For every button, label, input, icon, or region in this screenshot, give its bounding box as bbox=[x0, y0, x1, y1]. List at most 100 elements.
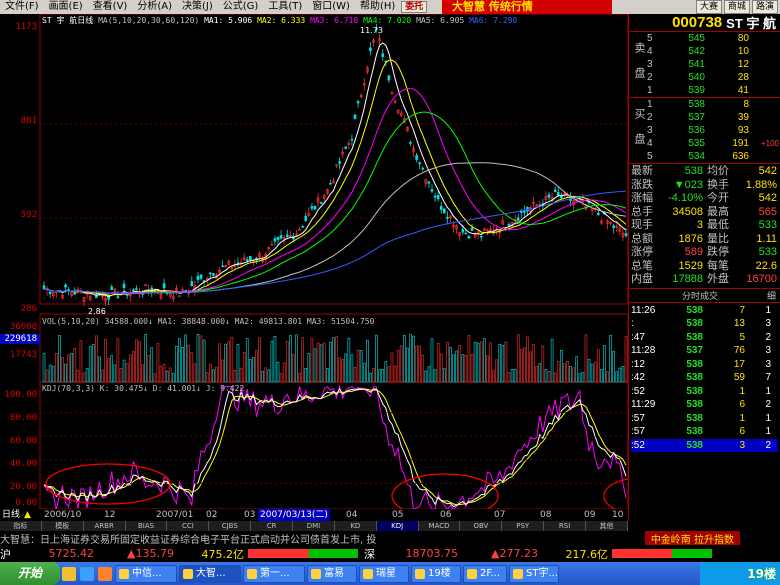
kdj-legend: KDJ(70,3,3) K: 30.475↓ D: 41.001↓ J: 9.4… bbox=[42, 384, 245, 393]
indicator-tab[interactable]: KD bbox=[335, 521, 377, 531]
volume-bar bbox=[304, 367, 308, 383]
volume-bar bbox=[172, 373, 175, 383]
menu-decision[interactable]: 决策(J) bbox=[177, 0, 218, 14]
volume-bar bbox=[523, 347, 526, 383]
volume-bar bbox=[168, 367, 172, 383]
indicator-tab[interactable]: DMI bbox=[293, 521, 335, 531]
buy-level: 5 bbox=[647, 151, 653, 162]
buy-row[interactable]: 2 537 39 bbox=[647, 111, 780, 124]
taskbar-button[interactable]: 2F... bbox=[463, 564, 507, 583]
sell-row[interactable]: 5 545 80 bbox=[647, 32, 780, 45]
period-label[interactable]: 日线 bbox=[2, 509, 20, 521]
sell-row[interactable]: 4 542 10 bbox=[647, 45, 780, 58]
trades-detail-button[interactable]: 细 bbox=[767, 289, 776, 302]
sz-label: 深 bbox=[364, 547, 375, 561]
buy-row[interactable]: 1 538 8 bbox=[647, 98, 780, 111]
ticker-text[interactable]: 大智慧：日上海证券交易所固定收益证券综合电子平台正式启动并公司债首发上市, 投 bbox=[0, 531, 645, 546]
candle-body bbox=[135, 288, 138, 290]
menu-tools[interactable]: 工具(T) bbox=[263, 0, 307, 14]
top-right-buttons: 大赛 商城 路演 bbox=[695, 0, 778, 14]
indicator-tab[interactable]: 其他 bbox=[586, 521, 628, 531]
date-label: 03 bbox=[244, 510, 256, 520]
trade-volume: 76 bbox=[733, 345, 745, 356]
indicator-tab[interactable]: CCI bbox=[167, 521, 210, 531]
stat-value: 538 bbox=[684, 165, 703, 177]
quicklaunch-app-icon[interactable] bbox=[98, 566, 112, 581]
roadshow-button[interactable]: 路演 bbox=[751, 0, 778, 14]
sh-index-value[interactable]: 5725.42 bbox=[14, 547, 95, 560]
chart-area[interactable]: ST 宇 航日线 MA(5,10,20,30,60,120) MA1: 5.90… bbox=[0, 14, 628, 521]
candle-body bbox=[464, 232, 468, 235]
taskbar-button[interactable]: 中信... bbox=[115, 564, 177, 583]
date-label: 07 bbox=[494, 510, 506, 520]
sell-price: 542 bbox=[688, 46, 705, 57]
trades-list[interactable]: 11:26 538 7 1:538 13 3:47 538 5 2 11:28 537 76 3:12 5… bbox=[629, 303, 780, 454]
sell-level: 1 bbox=[647, 85, 653, 96]
sell-row[interactable]: 2 540 28 bbox=[647, 71, 780, 84]
stat-row: 总笔 1529 每笔 22.6 bbox=[631, 260, 778, 274]
stat-value: 542 bbox=[758, 192, 777, 204]
indicator-tab[interactable]: CJBS bbox=[209, 521, 252, 531]
taskbar-button[interactable]: ST宇... bbox=[509, 564, 559, 583]
stock-chart[interactable] bbox=[0, 14, 628, 521]
volume-bar bbox=[513, 368, 517, 383]
taskbar-button[interactable]: 19楼 bbox=[411, 564, 461, 583]
start-button[interactable]: 开始 bbox=[0, 562, 60, 585]
menu-help[interactable]: 帮助(H) bbox=[355, 0, 400, 14]
taskbar-button-active[interactable]: 大智... bbox=[179, 564, 241, 583]
menu-file[interactable]: 文件(F) bbox=[0, 0, 44, 14]
ma-line bbox=[43, 42, 627, 298]
trade-volume: 13 bbox=[733, 318, 745, 329]
taskbar-button[interactable]: 第一... bbox=[243, 564, 305, 583]
indicator-tab[interactable]: ARBR bbox=[84, 521, 126, 531]
volume-bar bbox=[532, 344, 535, 383]
volume-bar bbox=[575, 356, 579, 383]
indicator-tab[interactable]: OBV bbox=[460, 521, 503, 531]
menu-formula[interactable]: 公式(G) bbox=[218, 0, 264, 14]
indicator-tab[interactable]: PSY bbox=[502, 521, 545, 531]
indicator-tab[interactable]: 指标 bbox=[0, 521, 42, 531]
volume-bar bbox=[372, 367, 375, 383]
indicator-tab[interactable]: 模板 bbox=[42, 521, 84, 531]
candle-body bbox=[273, 238, 277, 242]
sz-index-value[interactable]: 18703.75 bbox=[378, 547, 459, 560]
volume-bar bbox=[101, 369, 104, 383]
period-triangle-icon[interactable]: ▲ bbox=[24, 509, 31, 521]
menu-analysis[interactable]: 分析(A) bbox=[132, 0, 177, 14]
sell-level: 2 bbox=[647, 72, 653, 83]
buy-level: 1 bbox=[647, 99, 653, 110]
volume-bar bbox=[406, 347, 409, 383]
taskbar-button[interactable]: 富易 bbox=[307, 564, 357, 583]
buy-row[interactable]: 4 535 191 +100 bbox=[647, 137, 780, 150]
buy-row[interactable]: 5 534 636 bbox=[647, 150, 780, 163]
volume-bar bbox=[344, 353, 348, 383]
indicator-tab[interactable]: MACD bbox=[419, 521, 461, 531]
candle-body bbox=[415, 155, 418, 160]
quicklaunch-ie-icon[interactable] bbox=[80, 566, 94, 581]
sell-row[interactable]: 1 539 41 bbox=[647, 84, 780, 97]
buy-row[interactable]: 3 536 93 bbox=[647, 124, 780, 137]
sz-breadth-bar bbox=[612, 549, 712, 558]
trade-price: 538 bbox=[686, 331, 703, 343]
order-button[interactable]: 委托 bbox=[401, 1, 428, 13]
indicator-tabs: 指标 模板 ARBR BIAS CCI CJBS CR DMI KD KDJ MACD OBV PSY R… bbox=[0, 521, 628, 531]
taskbar-button[interactable]: 瑞星 bbox=[359, 564, 409, 583]
indicator-tab[interactable]: CR bbox=[251, 521, 294, 531]
menu-window[interactable]: 窗口(W) bbox=[307, 0, 355, 14]
volume-bar bbox=[128, 354, 132, 383]
indicator-tab[interactable]: KDJ bbox=[376, 521, 419, 531]
indicator-tab[interactable]: RSI bbox=[544, 521, 587, 531]
menu-view[interactable]: 查看(V) bbox=[88, 0, 133, 14]
contest-button[interactable]: 大赛 bbox=[695, 0, 722, 14]
volume-bar bbox=[550, 338, 554, 383]
indicator-tab[interactable]: BIAS bbox=[126, 521, 168, 531]
mall-button[interactable]: 商城 bbox=[723, 0, 750, 14]
quicklaunch-folder-icon[interactable] bbox=[62, 566, 76, 581]
volume-bar bbox=[541, 345, 545, 383]
ticker-right-news[interactable]: 中金岭南 拉升指数 bbox=[644, 530, 740, 546]
volume-bar bbox=[615, 371, 619, 383]
sell-row[interactable]: 3 541 12 bbox=[647, 58, 780, 71]
volume-bar bbox=[421, 354, 425, 383]
trade-row: :52 538 3 2 bbox=[631, 438, 778, 452]
menu-view-screen[interactable]: 画面(E) bbox=[44, 0, 88, 14]
